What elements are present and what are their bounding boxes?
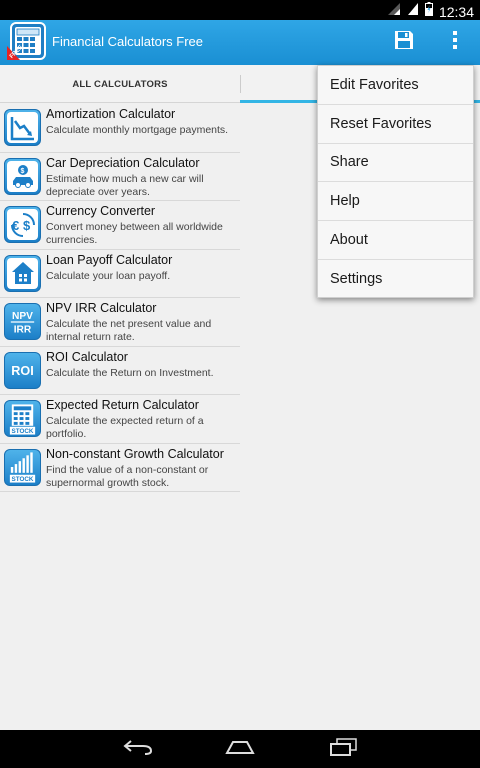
back-icon xyxy=(123,739,153,760)
npv-irr-icon: NPV IRR xyxy=(4,303,41,340)
calculator-app-icon[interactable]: FREE xyxy=(6,22,48,62)
item-description: Calculate the expected return of a portf… xyxy=(46,415,204,440)
list-item[interactable]: STOCK Non-constant Growth Calculator Fin… xyxy=(0,444,240,492)
svg-text:$: $ xyxy=(20,168,24,175)
item-title: Amortization Calculator xyxy=(46,107,176,121)
app-title: Financial Calculators Free xyxy=(52,34,204,49)
roi-icon-text: ROI xyxy=(11,364,33,378)
signal-icon xyxy=(407,2,419,21)
irr-icon-text: IRR xyxy=(14,324,32,335)
battery-charging-icon xyxy=(424,2,433,21)
home-icon xyxy=(225,739,255,760)
tab-all-calculators[interactable]: ALL CALCULATORS xyxy=(0,65,240,103)
amortization-chart-icon xyxy=(4,109,41,146)
overflow-menu: Edit Favorites Reset Favorites Share Hel… xyxy=(317,65,474,298)
item-description: Calculate your loan payoff. xyxy=(46,269,171,282)
stock-growth-icon: STOCK xyxy=(4,448,41,486)
item-description: Calculate the net present value and inte… xyxy=(46,318,212,343)
status-time: 12:34 xyxy=(438,3,474,20)
list-item[interactable]: STOCK Expected Return Calculator Calcula… xyxy=(0,395,240,444)
item-title: Currency Converter xyxy=(46,204,156,218)
item-description: Calculate the Return on Investment. xyxy=(46,366,214,379)
stock-calculator-icon: STOCK xyxy=(4,400,41,437)
save-icon xyxy=(393,29,415,56)
item-description: Find the value of a non-constant or supe… xyxy=(46,463,209,489)
status-bar: 12:34 xyxy=(0,0,480,20)
currency-exchange-icon: € $ xyxy=(4,206,41,243)
recent-apps-icon xyxy=(328,737,358,761)
item-title: Car Depreciation Calculator xyxy=(46,155,200,170)
overflow-menu-icon xyxy=(452,30,458,55)
stock-icon-text: STOCK xyxy=(12,476,34,483)
npv-icon-text: NPV xyxy=(12,311,33,322)
house-loan-icon xyxy=(4,254,41,292)
list-item[interactable]: $ Car Depreciation Calculator Estimate h… xyxy=(0,153,240,201)
list-item[interactable]: NPV IRR NPV IRR Calculator Calculate the… xyxy=(0,298,240,347)
home-button[interactable] xyxy=(220,736,260,762)
item-title: Loan Payoff Calculator xyxy=(46,252,173,267)
item-title: Expected Return Calculator xyxy=(46,398,199,412)
svg-text:€: € xyxy=(12,218,19,233)
list-item[interactable]: € $ Currency Converter Convert money betw… xyxy=(0,201,240,250)
item-description: Convert money between all worldwide curr… xyxy=(46,221,223,246)
overflow-menu-button[interactable] xyxy=(444,26,466,58)
menu-item-edit-favorites[interactable]: Edit Favorites xyxy=(318,66,473,105)
stock-icon-text: STOCK xyxy=(12,428,34,435)
status-icons: 12:34 xyxy=(387,2,474,21)
menu-item-reset-favorites[interactable]: Reset Favorites xyxy=(318,105,473,144)
roi-icon: ROI xyxy=(4,351,41,389)
menu-item-share[interactable]: Share xyxy=(318,144,473,183)
item-title: NPV IRR Calculator xyxy=(46,301,157,315)
calculator-list: Amortization Calculator Calculate monthl… xyxy=(0,104,240,492)
wifi-icon xyxy=(387,2,401,21)
menu-item-about[interactable]: About xyxy=(318,221,473,260)
item-description: Estimate how much a new car will depreci… xyxy=(46,172,204,198)
navigation-bar xyxy=(0,730,480,768)
back-button[interactable] xyxy=(118,736,158,762)
save-button[interactable] xyxy=(386,26,422,58)
menu-item-settings[interactable]: Settings xyxy=(318,260,473,299)
car-depreciation-icon: $ xyxy=(4,157,41,195)
menu-item-help[interactable]: Help xyxy=(318,182,473,222)
recent-apps-button[interactable] xyxy=(323,736,363,762)
list-item[interactable]: Amortization Calculator Calculate monthl… xyxy=(0,104,240,153)
item-description: Calculate monthly mortgage payments. xyxy=(46,124,229,136)
svg-text:$: $ xyxy=(23,218,31,233)
list-item[interactable]: ROI ROI Calculator Calculate the Return … xyxy=(0,347,240,395)
item-title: ROI Calculator xyxy=(46,349,128,364)
list-item[interactable]: Loan Payoff Calculator Calculate your lo… xyxy=(0,250,240,298)
action-bar: FREE Financial Calculators Free xyxy=(0,20,480,65)
item-title: Non-constant Growth Calculator xyxy=(46,446,224,461)
